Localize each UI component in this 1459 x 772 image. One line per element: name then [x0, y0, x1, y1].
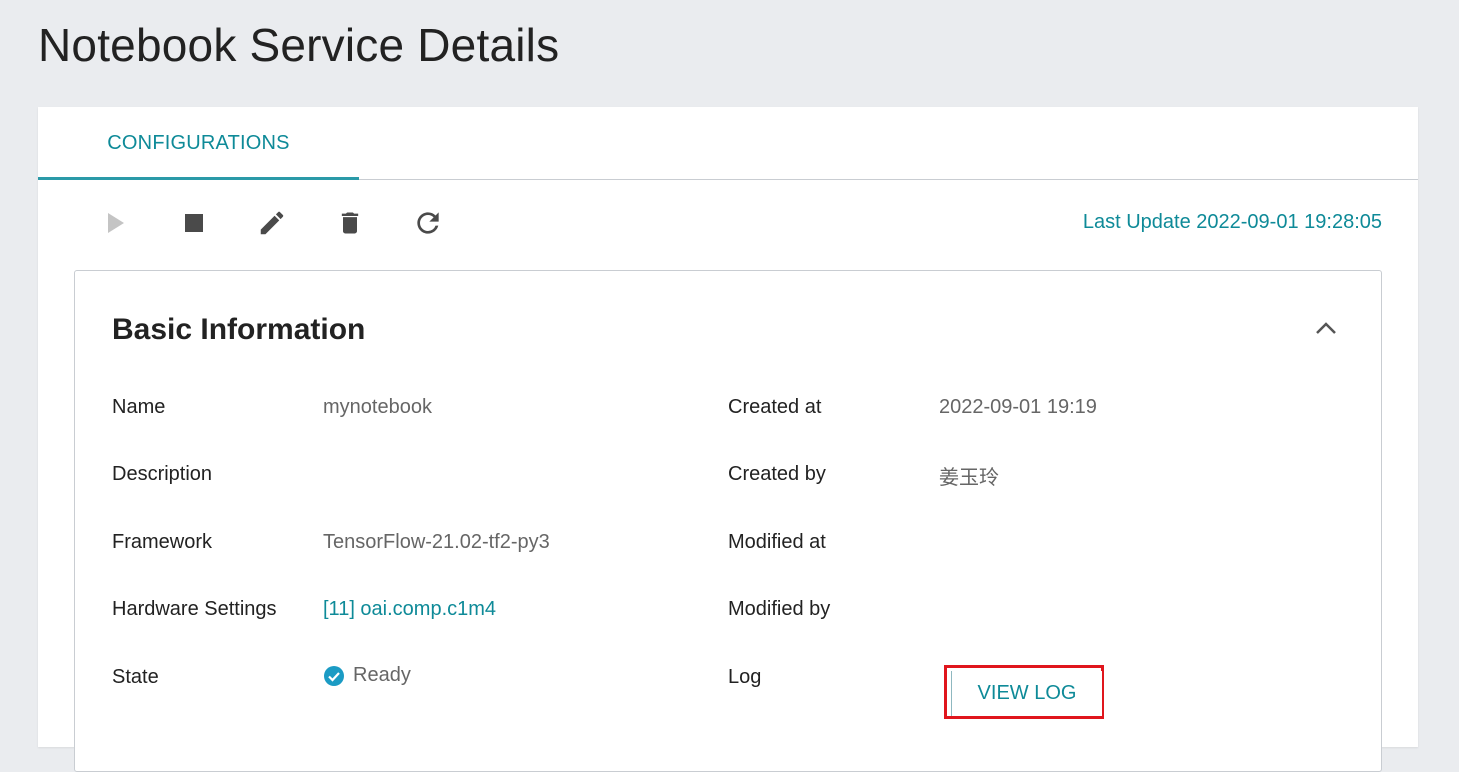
created-at-label: Created at [728, 396, 822, 418]
panel-title: Basic Information [112, 313, 366, 346]
created-at-value: 2022-09-01 19:19 [939, 396, 1097, 418]
state-label: State [112, 666, 159, 688]
check-circle-icon [324, 665, 344, 686]
active-tab-indicator [38, 177, 359, 180]
basic-information-panel: Basic Information Name mynotebook Descri… [74, 270, 1382, 772]
name-value: mynotebook [323, 396, 432, 418]
hardware-settings-label: Hardware Settings [112, 598, 277, 620]
page-title: Notebook Service Details [38, 19, 560, 71]
framework-label: Framework [112, 531, 213, 553]
hardware-settings-link[interactable]: [11] oai.comp.c1m4 [323, 598, 496, 621]
name-label: Name [112, 396, 166, 418]
modified-by-label: Modified by [728, 598, 831, 620]
action-toolbar [96, 203, 448, 243]
tab-configurations[interactable]: CONFIGURATIONS [38, 107, 359, 179]
description-label: Description [112, 463, 213, 485]
state-text: Ready [353, 664, 411, 686]
chevron-up-icon [1316, 322, 1336, 334]
framework-value: TensorFlow-21.02-tf2-py3 [323, 531, 550, 553]
log-label: Log [728, 666, 762, 688]
refresh-icon [417, 212, 439, 234]
stop-button[interactable] [174, 203, 214, 243]
refresh-button[interactable] [408, 203, 448, 243]
view-log-button[interactable]: VIEW LOG [951, 671, 1102, 716]
last-update-timestamp: Last Update 2022-09-01 19:28:05 [1082, 211, 1382, 233]
collapse-button[interactable] [1311, 313, 1341, 343]
start-button[interactable] [96, 203, 136, 243]
tab-bar: CONFIGURATIONS [38, 107, 1418, 180]
edit-button[interactable] [252, 203, 292, 243]
play-icon [108, 213, 124, 233]
delete-icon [341, 212, 359, 234]
edit-icon [260, 211, 284, 235]
modified-at-label: Modified at [728, 531, 826, 553]
state-value: Ready [323, 664, 411, 687]
created-by-label: Created by [728, 463, 826, 485]
created-by-value: 姜玉玲 [939, 467, 999, 489]
details-card: CONFIGURATIONS Last Update 2022-09-01 19… [38, 107, 1418, 772]
stop-icon [185, 214, 203, 232]
delete-button[interactable] [330, 203, 370, 243]
